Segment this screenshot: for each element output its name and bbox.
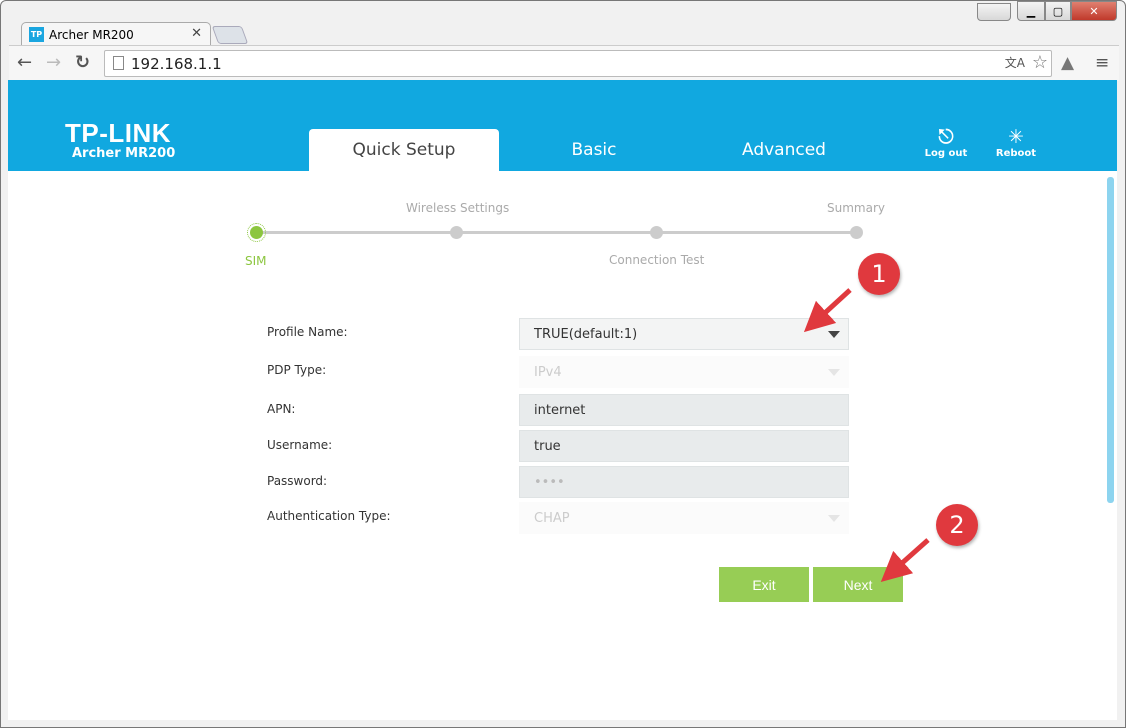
annotation-arrow-2: [880, 538, 930, 582]
annotation-arrow-1: [803, 288, 852, 333]
annotation-arrows: [803, 288, 930, 582]
annotation-badge-1: 1: [858, 253, 900, 295]
annotation-badge-2: 2: [936, 504, 978, 546]
